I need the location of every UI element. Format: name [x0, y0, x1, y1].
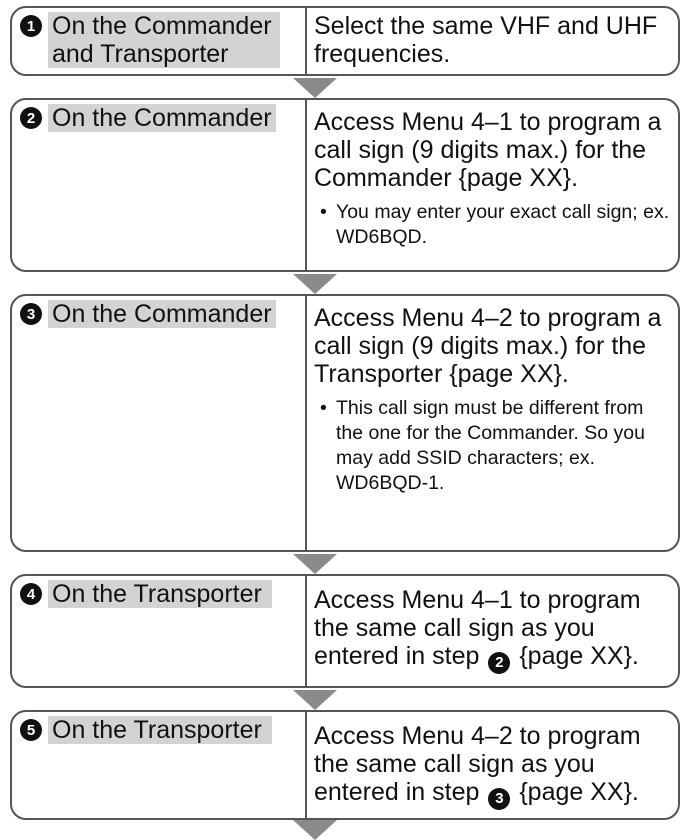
step-label: 4 On the Transporter [20, 580, 272, 608]
step-label: 3 On the Commander [20, 300, 276, 328]
step-note-text: This call sign must be different from th… [336, 397, 645, 494]
bullet-icon: • [320, 201, 327, 223]
step-note-text: You may enter your exact call sign; ex. … [336, 201, 670, 248]
step-label: 2 On the Commander [20, 104, 276, 132]
step-divider [305, 296, 307, 550]
step-5-box: 5 On the Transporter Access Menu 4–2 to … [10, 710, 680, 820]
bullet-icon: • [320, 397, 327, 419]
step-note: • You may enter your exact call sign; ex… [314, 200, 670, 250]
flow-arrow-down [293, 274, 337, 294]
step-label-text: On the Commander [48, 300, 276, 328]
step-number-badge: 4 [20, 583, 42, 605]
step-label-text: On the Commander and Transporter [48, 12, 280, 68]
step-divider [305, 100, 307, 270]
step-divider [305, 8, 307, 74]
step-1-box: 1 On the Commander and Transporter Selec… [10, 6, 680, 76]
step-label: 1 On the Commander and Transporter [20, 12, 280, 68]
step-3-box: 3 On the Commander Access Menu 4–2 to pr… [10, 294, 680, 552]
step-instruction: Access Menu 4–1 to program the same call… [314, 586, 670, 674]
page-reference: {page XX}. [519, 642, 639, 670]
step-instruction: Access Menu 4–1 to program a call sign (… [314, 108, 662, 192]
step-reference-badge: 2 [488, 652, 511, 674]
step-content: Access Menu 4–1 to program a call sign (… [314, 108, 670, 250]
step-content: Access Menu 4–2 to program a call sign (… [314, 304, 670, 496]
step-instruction: Select the same VHF and UHF frequencies. [314, 12, 658, 68]
flow-arrow-down [293, 820, 337, 840]
step-label: 5 On the Transporter [20, 716, 272, 744]
step-divider [305, 576, 307, 686]
step-number-badge: 5 [20, 719, 42, 741]
step-4-box: 4 On the Transporter Access Menu 4–1 to … [10, 574, 680, 688]
flow-arrow-down [293, 690, 337, 710]
step-number-badge: 3 [20, 303, 42, 325]
step-label-text: On the Commander [48, 104, 276, 132]
step-divider [305, 712, 307, 818]
step-instruction: Access Menu 4–2 to program a call sign (… [314, 304, 662, 388]
flow-arrow-down [293, 78, 337, 98]
step-note: • This call sign must be different from … [314, 396, 670, 496]
step-reference-badge: 3 [488, 788, 511, 810]
flow-arrow-down [293, 554, 337, 574]
page-reference: {page XX}. [519, 778, 639, 806]
step-instruction: Access Menu 4–2 to program the same call… [314, 722, 670, 810]
step-label-text: On the Transporter [48, 580, 272, 608]
step-number-badge: 2 [20, 107, 42, 129]
step-label-text: On the Transporter [48, 716, 272, 744]
step-2-box: 2 On the Commander Access Menu 4–1 to pr… [10, 98, 680, 272]
step-number-badge: 1 [20, 15, 42, 37]
